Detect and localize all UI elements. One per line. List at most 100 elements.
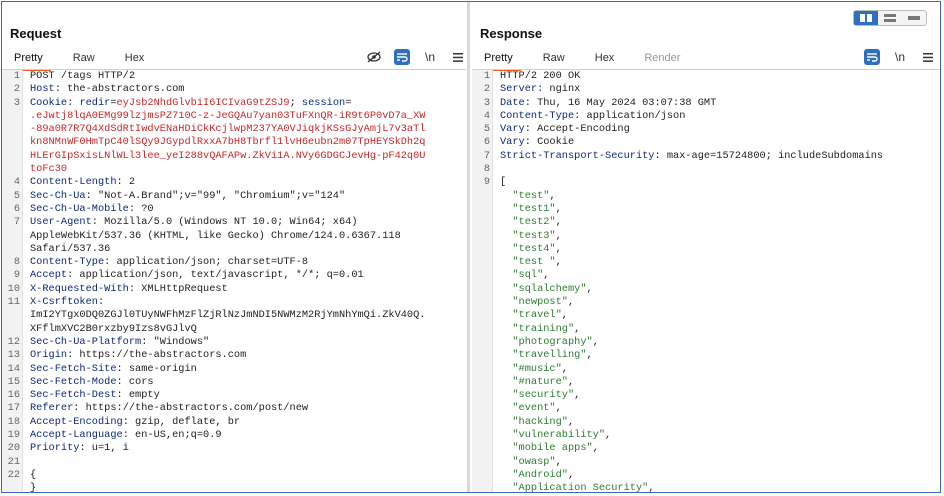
code-text: HTTP/2 200 OK [500,70,580,83]
code-text: Content-Type: application/json; charset=… [30,256,308,269]
line-number: 18 [7,415,20,428]
code-token: , [567,296,575,309]
code-line: toFc30 [2,163,466,176]
line-number: 20 [7,442,20,455]
code-text: Sec-Fetch-Site: same-origin [30,363,197,376]
code-line: "test", [472,190,940,203]
code-token: { [30,468,37,481]
request-tab-pretty[interactable]: Pretty [6,50,51,71]
code-line: ImI2YTgx0DQ0ZGJl0TUyNWFhMzFlZjRlNzJmNDI5… [2,309,466,322]
line-number: 21 [7,455,20,468]
code-line: XFflmXVC2B0rxzby9Izs8vGJlvQ [2,323,466,336]
line-number: 4 [13,176,20,189]
code-text: "#nature", [500,376,574,389]
code-text: Accept-Encoding: gzip, deflate, br [30,416,240,429]
line-number: 2 [13,83,20,96]
line-number: 17 [7,402,20,415]
code-line: "hacking", [472,416,940,429]
code-text: "Application Security", [500,482,655,492]
code-text: Host: the-abstractors.com [30,83,184,96]
response-tab-raw[interactable]: Raw [535,50,573,71]
code-token: , [648,482,655,492]
code-line: 5 Vary: Accept-Encoding [472,123,940,136]
response-tab-hex[interactable]: Hex [587,50,623,71]
code-text: Server: nginx [500,83,580,96]
response-editor[interactable]: 1 HTTP/2 200 OK 2 Server: nginx 3 Date: Thu, … [472,70,940,492]
code-token: "training" [500,322,575,335]
code-token: : application/json, text/javascript, */*… [67,269,364,282]
code-line: "test3", [472,230,940,243]
wrap-lines-icon[interactable] [394,49,410,65]
code-text: "photography", [500,336,599,349]
code-token: Accept-Language [30,429,123,442]
line-number: 5 [13,189,20,202]
code-token: : [67,96,80,109]
code-token: , [555,242,562,255]
hamburger-menu-icon[interactable] [450,49,466,65]
code-token: , [555,229,562,242]
code-text: X-Requested-With: XMLHttpRequest [30,283,228,296]
request-tab-hex[interactable]: Hex [117,50,153,71]
code-token: , [555,256,562,269]
code-token: "sqlalchemy" [500,282,587,295]
code-text: Sec-Fetch-Mode: cors [30,376,154,389]
code-token: , [567,415,575,428]
code-text: Sec-Ch-Ua-Mobile: ?0 [30,203,154,216]
code-line: "event", [472,402,940,415]
hamburger-menu-icon[interactable] [920,49,936,65]
code-token: : ?0 [128,202,154,215]
code-line: 6 Vary: Cookie [472,136,940,149]
code-line: "training", [472,323,940,336]
code-line: "test1", [472,203,940,216]
code-token: POST /tags HTTP/2 [30,70,136,82]
line-number: 6 [483,136,490,149]
code-token: HTTP/2 200 OK [500,70,581,82]
request-title: Request [10,26,62,41]
code-line: "travelling", [472,349,940,362]
code-text: Sec-Ch-Ua-Platform: "Windows" [30,336,209,349]
code-token: Accept [30,269,68,282]
line-number: 7 [13,216,20,229]
code-line: 12 Sec-Ch-Ua-Platform: "Windows" [2,336,466,349]
code-token: "vulnerability" [500,429,606,442]
code-line: "test4", [472,243,940,256]
code-text: "travel", [500,309,568,322]
pane-divider[interactable] [467,2,470,492]
code-token: X-Csrftoken [30,296,98,309]
response-tab-pretty[interactable]: Pretty [476,50,521,71]
code-token: eyJsb2NhdGlvbiI6ICIvaG9tZSJ9 [116,96,290,109]
code-token: : "Not-A.Brand";v="99", "Chromium";v="12… [85,189,346,202]
code-line: HLErGIpSxisLNlWLl3lee_yeI288vQAFAPw.ZkVi… [2,150,466,163]
code-token: session [301,96,346,109]
code-line: 4 Content-Length: 2 [2,176,466,189]
code-token: redir [79,96,111,109]
code-line: 8 Content-Type: application/json; charset… [2,256,466,269]
code-line: 11 X-Csrftoken: [2,296,466,309]
code-line: 16 Sec-Fetch-Dest: empty [2,389,466,402]
request-editor[interactable]: 1 POST /tags HTTP/2 2 Host: the-abstractors… [2,70,466,492]
code-text: "owasp", [500,456,561,469]
eye-slash-icon[interactable] [366,49,382,65]
response-tab-render[interactable]: Render [636,50,688,71]
code-text: "mobile apps", [500,442,599,455]
code-line: 3 Date: Thu, 16 May 2024 03:07:38 GMT [472,97,940,110]
code-token: "event" [500,402,556,415]
code-line: 4 Content-Type: application/json [472,110,940,123]
code-token: : application/json [574,109,686,122]
code-token: Content-Length [30,176,117,189]
wrap-lines-icon[interactable] [864,49,880,65]
code-token: Content-Type [30,256,105,269]
code-line: "vulnerability", [472,429,940,442]
code-token: "Android" [500,468,568,481]
response-tabs: Pretty Raw Hex Render [476,50,702,71]
newline-toggle-icon[interactable]: \n [422,49,438,65]
newline-toggle-icon[interactable]: \n [892,49,908,65]
code-text: Sec-Fetch-Dest: empty [30,389,160,402]
code-token: : "Windows" [141,335,210,348]
line-number: 3 [13,96,20,109]
code-token: Content-Type [500,109,575,122]
code-token: : u=1, i [79,442,129,455]
code-text: Date: Thu, 16 May 2024 03:07:38 GMT [500,97,716,110]
response-toolbar: \n [864,49,936,65]
request-tab-raw[interactable]: Raw [65,50,103,71]
